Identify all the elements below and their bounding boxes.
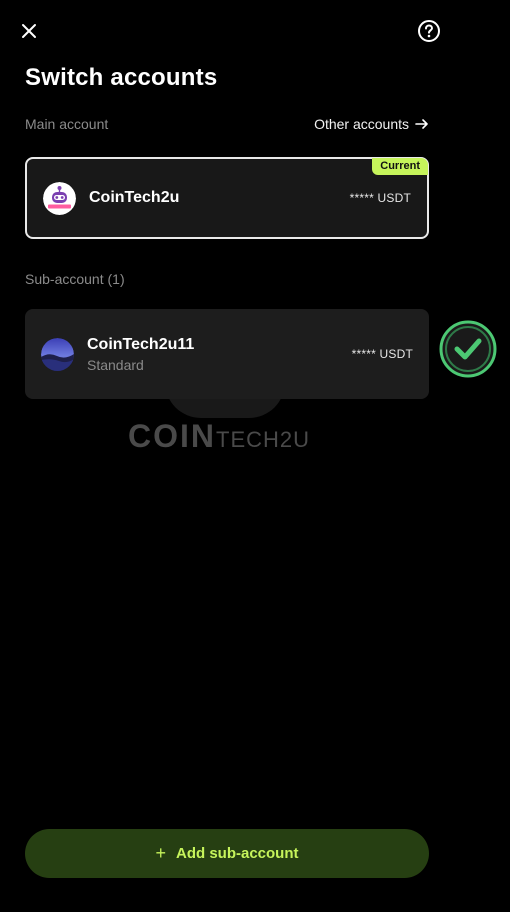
landscape-avatar: [41, 337, 74, 371]
main-account-balance: ***** USDT: [349, 191, 411, 205]
main-account-name: CoinTech2u: [89, 189, 180, 206]
robot-logo-avatar: [43, 181, 76, 215]
check-circle-icon: [439, 320, 497, 378]
brand-watermark-tech: TECH2U: [216, 427, 311, 452]
page-title: Switch accounts: [25, 64, 218, 91]
arrow-right-icon: [415, 119, 428, 129]
close-icon: [22, 24, 36, 38]
sub-account-row: Sub-account (1): [25, 271, 429, 287]
plus-icon: +: [155, 843, 166, 863]
other-accounts-label: Other accounts: [314, 116, 409, 132]
question-circle-icon: [418, 20, 440, 42]
other-accounts-link[interactable]: Other accounts: [314, 116, 429, 132]
sub-account-type: Standard: [87, 356, 144, 373]
help-button[interactable]: [416, 18, 442, 44]
selected-check-indicator: [438, 319, 498, 379]
main-account-card[interactable]: Current CoinTech2u ***** USDT: [25, 157, 429, 239]
sub-account-label: Sub-account (1): [25, 271, 125, 287]
current-badge: Current: [372, 158, 428, 175]
main-account-label: Main account: [25, 116, 109, 132]
sub-account-balance: ***** USDT: [351, 347, 413, 361]
top-bar: [0, 0, 510, 62]
sub-account-card[interactable]: CoinTech2u11 Standard ***** USDT: [25, 309, 429, 399]
add-sub-account-button[interactable]: + Add sub-account: [25, 829, 429, 878]
close-button[interactable]: [16, 18, 42, 44]
add-sub-account-label: Add sub-account: [176, 845, 299, 862]
sub-account-name: CoinTech2u11: [87, 335, 195, 353]
main-account-row: Main account Other accounts: [25, 116, 429, 132]
brand-watermark-coin: COIN: [128, 418, 216, 454]
brand-watermark: COINTECH2U: [128, 418, 310, 455]
